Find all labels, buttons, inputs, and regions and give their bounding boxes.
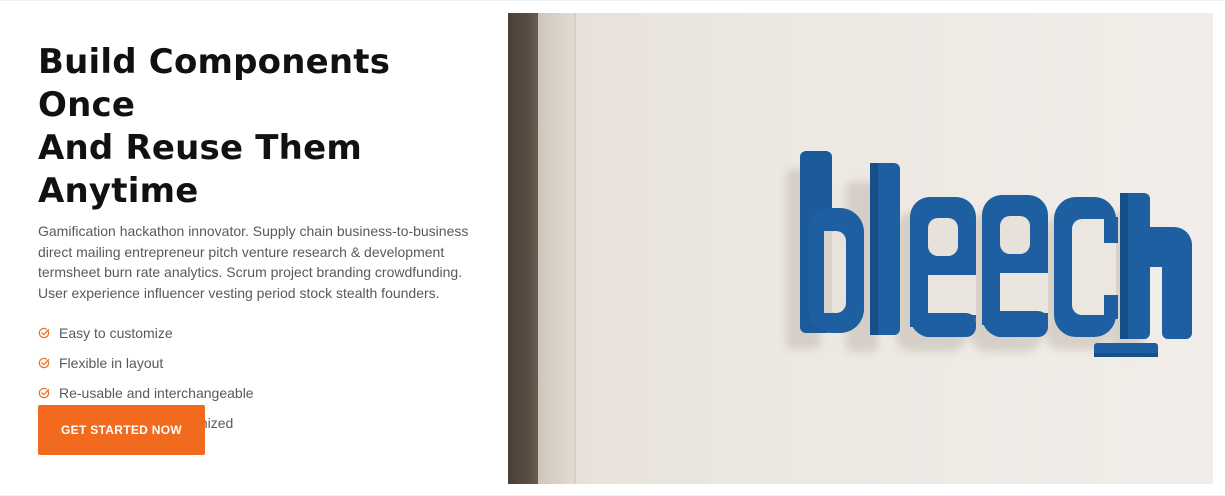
feature-label: Easy to customize <box>59 325 173 341</box>
check-circle-icon <box>38 357 50 369</box>
headline-line-3: Anytime <box>38 171 199 211</box>
headline-line-2: And Reuse Them <box>38 128 362 168</box>
hero-headline: Build Components Once And Reuse Them Any… <box>38 41 488 213</box>
get-started-button[interactable]: GET STARTED NOW <box>38 405 205 455</box>
feature-item: Re-usable and interchangeable <box>38 378 488 408</box>
hero-section: Build Components Once And Reuse Them Any… <box>0 0 1225 496</box>
feature-item: Flexible in layout <box>38 348 488 378</box>
feature-label: Flexible in layout <box>59 355 164 371</box>
headline-line-1: Build Components Once <box>38 42 391 125</box>
bleech-sign-photo: bleech <box>508 13 1213 484</box>
check-circle-icon <box>38 387 50 399</box>
check-circle-icon <box>38 327 50 339</box>
hero-photo: bleech <box>508 13 1213 484</box>
hero-description: Gamification hackathon innovator. Supply… <box>38 223 469 301</box>
feature-label: Re-usable and interchangeable <box>59 385 254 401</box>
hero-text-column: Build Components Once And Reuse Them Any… <box>38 41 488 438</box>
feature-item: Easy to customize <box>38 318 488 348</box>
